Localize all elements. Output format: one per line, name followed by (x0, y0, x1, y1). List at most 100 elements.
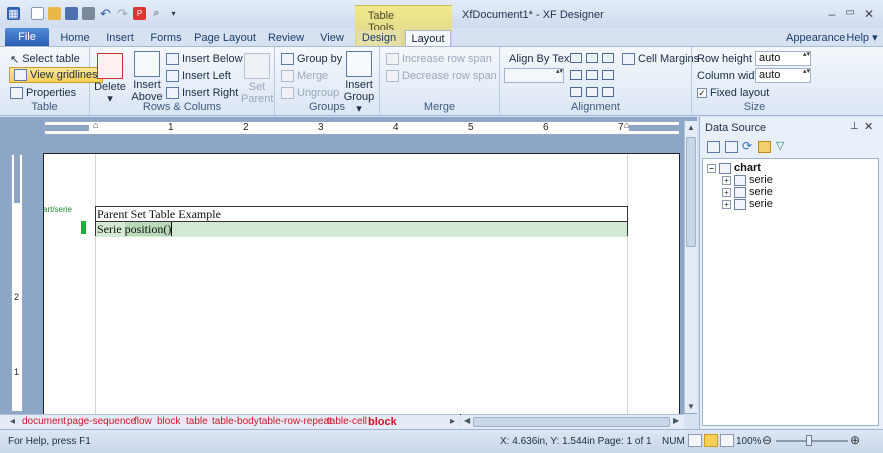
align-top-left-icon[interactable] (570, 53, 582, 63)
delete-button[interactable]: Delete ▾ (94, 53, 126, 105)
right-indent-marker-icon[interactable]: ⌂ (624, 120, 629, 130)
increase-row-span-button[interactable]: Increase row span (386, 51, 492, 67)
table-row[interactable]: Parent Set Table Example (96, 207, 627, 222)
print-icon[interactable] (82, 7, 95, 20)
save-source-icon[interactable] (725, 141, 738, 156)
close-panel-icon[interactable]: ✕ (864, 120, 873, 133)
expand-icon[interactable]: + (722, 187, 731, 197)
ungroup-button[interactable]: Ungroup (281, 85, 339, 101)
breadcrumb-item[interactable]: table-row-repeat (259, 415, 332, 429)
tab-forms[interactable]: Forms (147, 30, 185, 47)
tab-home[interactable]: Home (57, 30, 93, 47)
print-preview-icon[interactable]: ⌕ (150, 7, 163, 20)
tree-node-serie[interactable]: + serie (722, 174, 773, 186)
breadcrumb-item[interactable]: document (22, 415, 66, 429)
merge-group-button[interactable]: Merge (281, 68, 328, 84)
save-icon[interactable] (65, 7, 78, 20)
breadcrumb-item[interactable]: table-body (212, 415, 259, 429)
scroll-right-icon[interactable]: ▶ (673, 416, 679, 425)
appearance-menu[interactable]: Appearance ▾ (786, 30, 845, 61)
tab-design[interactable]: Design (357, 30, 401, 47)
expand-icon[interactable]: + (722, 175, 731, 185)
insert-right-button[interactable]: Insert Right (166, 85, 238, 101)
document-page[interactable] (43, 153, 680, 415)
cell-margins-button[interactable]: Cell Margins (622, 51, 699, 67)
zoom-in-icon[interactable]: ⊕ (850, 433, 860, 447)
group-by-button[interactable]: Group by (281, 51, 342, 67)
print-layout-icon[interactable] (704, 434, 718, 447)
zoom-slider[interactable] (776, 440, 848, 442)
scroll-thumb[interactable] (686, 137, 696, 247)
xpath-field[interactable]: position() (124, 222, 173, 236)
filter-icon[interactable]: ▽ (776, 139, 784, 152)
pin-icon[interactable]: ⊥ (850, 121, 859, 132)
left-indent-marker-icon[interactable]: ⌂ (93, 120, 98, 130)
tree-node-serie[interactable]: + serie (722, 198, 773, 210)
tree-node-chart[interactable]: − chart (707, 162, 761, 174)
set-parent-button[interactable]: Set Parent (241, 53, 273, 105)
refresh-icon[interactable]: ⟳ (742, 139, 752, 153)
tab-layout[interactable]: Layout (405, 30, 451, 47)
select-table-button[interactable]: ↖ Select table (10, 51, 80, 67)
zoom-slider-thumb[interactable] (806, 435, 812, 446)
web-layout-icon[interactable] (720, 434, 734, 447)
column-width-input[interactable]: auto (755, 68, 811, 83)
scroll-down-icon[interactable]: ▼ (687, 402, 695, 411)
align-top-right-icon[interactable] (602, 53, 614, 63)
breadcrumb-item-current[interactable]: block (368, 415, 397, 429)
row-height-input[interactable]: auto (755, 51, 811, 66)
align-middle-right-icon[interactable] (602, 70, 614, 80)
horizontal-ruler[interactable]: 1 2 3 4 5 6 7 ⌂ ⌂ (44, 120, 680, 135)
align-bottom-center-icon[interactable] (586, 87, 598, 97)
tab-page-layout[interactable]: Page Layout (193, 30, 257, 47)
breadcrumb-item[interactable]: block (157, 415, 180, 429)
breadcrumb-item[interactable]: table-cell (327, 415, 367, 429)
table-row[interactable]: Serie position() (96, 222, 627, 237)
align-top-center-icon[interactable] (586, 53, 598, 63)
vertical-scrollbar[interactable]: ▲ ▼ (684, 121, 697, 413)
tab-view[interactable]: View (315, 30, 349, 47)
scroll-left-icon[interactable]: ◀ (464, 416, 470, 425)
insert-above-button[interactable]: Insert Above (130, 51, 164, 103)
maximize-icon[interactable]: ▭ (841, 7, 859, 21)
align-middle-center-icon[interactable] (586, 70, 598, 80)
help-menu[interactable]: Help ▾ (845, 30, 879, 47)
tab-insert[interactable]: Insert (101, 30, 139, 47)
open-folder-icon[interactable] (758, 141, 771, 156)
new-document-icon[interactable] (31, 7, 44, 20)
undo-icon[interactable]: ↶ (99, 6, 112, 21)
tree-node-serie[interactable]: + serie (722, 186, 773, 198)
open-folder-icon[interactable] (48, 7, 61, 20)
view-gridlines-toggle[interactable]: View gridlines (9, 67, 103, 83)
tab-review[interactable]: Review (265, 30, 307, 47)
minimize-icon[interactable]: – (823, 7, 841, 21)
breadcrumb-right-icon[interactable]: ▸ (450, 415, 455, 429)
fixed-layout-checkbox[interactable]: ✓ Fixed layout (697, 85, 769, 101)
scroll-thumb[interactable] (473, 417, 670, 427)
align-middle-left-icon[interactable] (570, 70, 582, 80)
scroll-up-icon[interactable]: ▲ (687, 123, 695, 132)
close-icon[interactable]: ✕ (860, 7, 878, 21)
vertical-ruler[interactable]: 1 2 (11, 154, 23, 412)
align-by-text-select[interactable] (504, 68, 564, 83)
breadcrumb-left-icon[interactable]: ◂ (10, 415, 15, 429)
insert-left-button[interactable]: Insert Left (166, 68, 231, 84)
pdf-export-icon[interactable]: P (133, 7, 146, 20)
document-table[interactable]: Parent Set Table Example Serie position(… (95, 206, 628, 237)
zoom-out-icon[interactable]: ⊖ (762, 433, 772, 447)
breadcrumb-item[interactable]: page-sequence (67, 415, 136, 429)
align-bottom-right-icon[interactable] (602, 87, 614, 97)
breadcrumb-item[interactable]: flow (134, 415, 152, 429)
breadcrumb-item[interactable]: table (186, 415, 208, 429)
view-mode-icon[interactable] (688, 434, 702, 447)
new-source-icon[interactable] (707, 141, 720, 156)
align-bottom-left-icon[interactable] (570, 87, 582, 97)
redo-icon[interactable]: ↷ (116, 6, 129, 21)
expand-icon[interactable]: + (722, 199, 731, 209)
horizontal-scrollbar[interactable]: ◀ ▶ (461, 414, 684, 429)
customize-toolbar-icon[interactable]: ▾ (167, 7, 180, 20)
insert-below-button[interactable]: Insert Below (166, 51, 243, 67)
collapse-icon[interactable]: − (707, 163, 716, 173)
decrease-row-span-button[interactable]: Decrease row span (386, 68, 497, 84)
repeat-binding-marker[interactable] (81, 221, 86, 234)
